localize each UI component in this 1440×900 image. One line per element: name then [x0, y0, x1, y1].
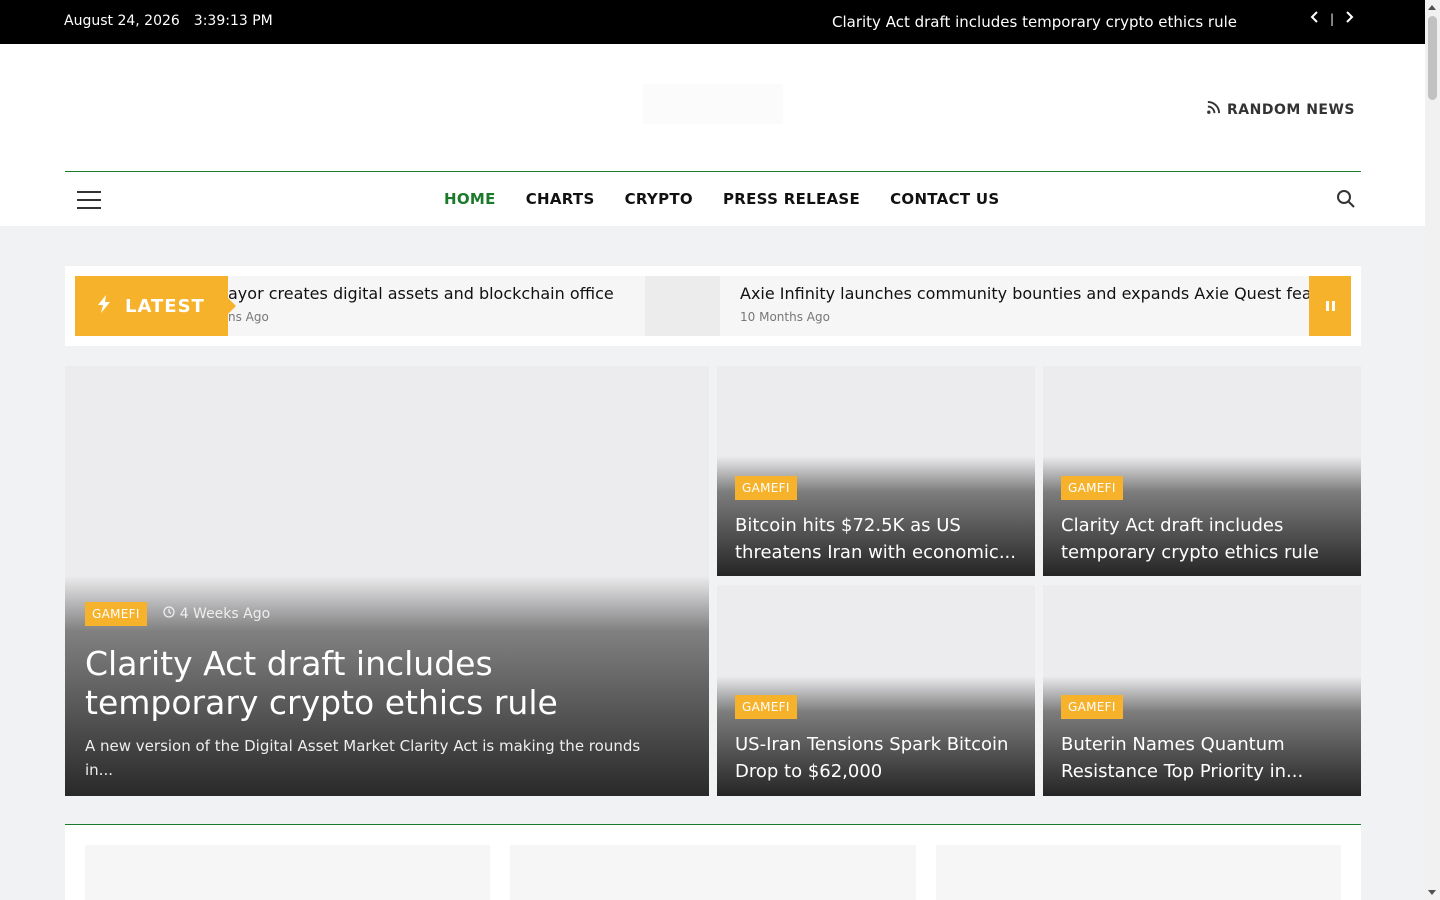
- random-news-link[interactable]: RANDOM NEWS: [1206, 100, 1355, 119]
- scroll-down-icon[interactable]: [1428, 890, 1436, 895]
- scrollbar-thumb[interactable]: [1428, 16, 1437, 100]
- ticker-item[interactable]: Axie Infinity launches community bountie…: [740, 276, 1351, 336]
- ticker-separator: |: [1330, 12, 1335, 26]
- featured-post[interactable]: GAMEFI 4 Weeks Ago Clarity Act draft inc…: [65, 366, 709, 796]
- ticker-item-title: Axie Infinity launches community bountie…: [740, 284, 1312, 303]
- card-title[interactable]: Bitcoin hits $72.5K as US threatens Iran…: [735, 512, 1017, 566]
- top-ticker-headline[interactable]: Clarity Act draft includes temporary cry…: [832, 13, 1237, 31]
- posts-grid-section: [65, 824, 1361, 900]
- chevron-right-icon[interactable]: [1344, 10, 1354, 28]
- nav-item-contact-us[interactable]: CONTACT US: [890, 190, 999, 208]
- category-badge[interactable]: GAMEFI: [735, 476, 797, 500]
- post-thumbnail[interactable]: [85, 845, 490, 900]
- nav-item-press-release[interactable]: PRESS RELEASE: [723, 190, 860, 208]
- page-scrollbar[interactable]: [1425, 0, 1440, 900]
- search-icon[interactable]: [1336, 189, 1356, 209]
- nav-item-home[interactable]: HOME: [444, 190, 496, 208]
- featured-title[interactable]: Clarity Act draft includes temporary cry…: [85, 644, 669, 722]
- current-date: August 24, 2026: [64, 13, 180, 29]
- post-card[interactable]: GAMEFI Buterin Names Quantum Resistance …: [1043, 585, 1361, 796]
- card-title[interactable]: Buterin Names Quantum Resistance Top Pri…: [1061, 731, 1343, 785]
- category-badge[interactable]: GAMEFI: [1061, 695, 1123, 719]
- latest-label: LATEST: [75, 276, 236, 336]
- post-card[interactable]: GAMEFI Clarity Act draft includes tempor…: [1043, 366, 1361, 576]
- latest-ticker: ayor creates digital assets and blockcha…: [65, 266, 1361, 346]
- card-content: GAMEFI US-Iran Tensions Spark Bitcoin Dr…: [735, 695, 1017, 785]
- category-badge[interactable]: GAMEFI: [85, 602, 147, 626]
- top-ticker-controls: |: [1310, 10, 1354, 28]
- lightning-icon: [97, 294, 111, 318]
- rss-icon: [1206, 100, 1221, 119]
- post-thumbnail[interactable]: [510, 845, 916, 900]
- latest-label-text: LATEST: [125, 295, 205, 317]
- post-thumbnail[interactable]: [936, 845, 1341, 900]
- ticker-item-age: 10 Months Ago: [740, 310, 830, 324]
- post-card[interactable]: GAMEFI US-Iran Tensions Spark Bitcoin Dr…: [717, 585, 1035, 796]
- ticker-item-title: ayor creates digital assets and blockcha…: [228, 284, 614, 303]
- post-meta: GAMEFI 4 Weeks Ago: [85, 602, 669, 626]
- site-logo[interactable]: [643, 84, 783, 124]
- main-nav: HOME CHARTS CRYPTO PRESS RELEASE CONTACT…: [65, 171, 1361, 226]
- scroll-up-icon[interactable]: [1428, 5, 1436, 10]
- nav-item-crypto[interactable]: CRYPTO: [625, 190, 693, 208]
- clock-icon: [163, 606, 175, 622]
- top-bar: August 24, 2026 3:39:13 PM Clarity Act dr…: [0, 0, 1425, 44]
- featured-excerpt: A new version of the Digital Asset Marke…: [85, 737, 641, 779]
- card-title[interactable]: Clarity Act draft includes temporary cry…: [1061, 512, 1343, 566]
- pause-icon[interactable]: [1309, 276, 1351, 336]
- datetime: August 24, 2026 3:39:13 PM: [64, 13, 273, 29]
- site-header: RANDOM NEWS HOME CHARTS CRYPTO PRESS REL…: [0, 44, 1425, 226]
- random-news-label: RANDOM NEWS: [1227, 101, 1355, 118]
- post-age-text: 4 Weeks Ago: [179, 606, 271, 622]
- latest-ticker-track: ayor creates digital assets and blockcha…: [75, 276, 1351, 336]
- card-title[interactable]: US-Iran Tensions Spark Bitcoin Drop to $…: [735, 731, 1017, 785]
- nav-menu: HOME CHARTS CRYPTO PRESS RELEASE CONTACT…: [444, 190, 1000, 208]
- chevron-left-icon[interactable]: [1310, 10, 1320, 28]
- category-badge[interactable]: GAMEFI: [735, 695, 797, 719]
- hamburger-menu-icon[interactable]: [77, 191, 101, 209]
- card-content: GAMEFI Buterin Names Quantum Resistance …: [1061, 695, 1343, 785]
- category-badge[interactable]: GAMEFI: [1061, 476, 1123, 500]
- card-content: GAMEFI Bitcoin hits $72.5K as US threate…: [735, 476, 1017, 566]
- featured-content: GAMEFI 4 Weeks Ago Clarity Act draft inc…: [85, 602, 669, 782]
- current-time: 3:39:13 PM: [193, 13, 273, 29]
- nav-item-charts[interactable]: CHARTS: [526, 190, 595, 208]
- post-age: 4 Weeks Ago: [163, 606, 271, 622]
- post-card[interactable]: GAMEFI Bitcoin hits $72.5K as US threate…: [717, 366, 1035, 576]
- ticker-item-thumbnail[interactable]: [645, 276, 720, 336]
- card-content: GAMEFI Clarity Act draft includes tempor…: [1061, 476, 1343, 566]
